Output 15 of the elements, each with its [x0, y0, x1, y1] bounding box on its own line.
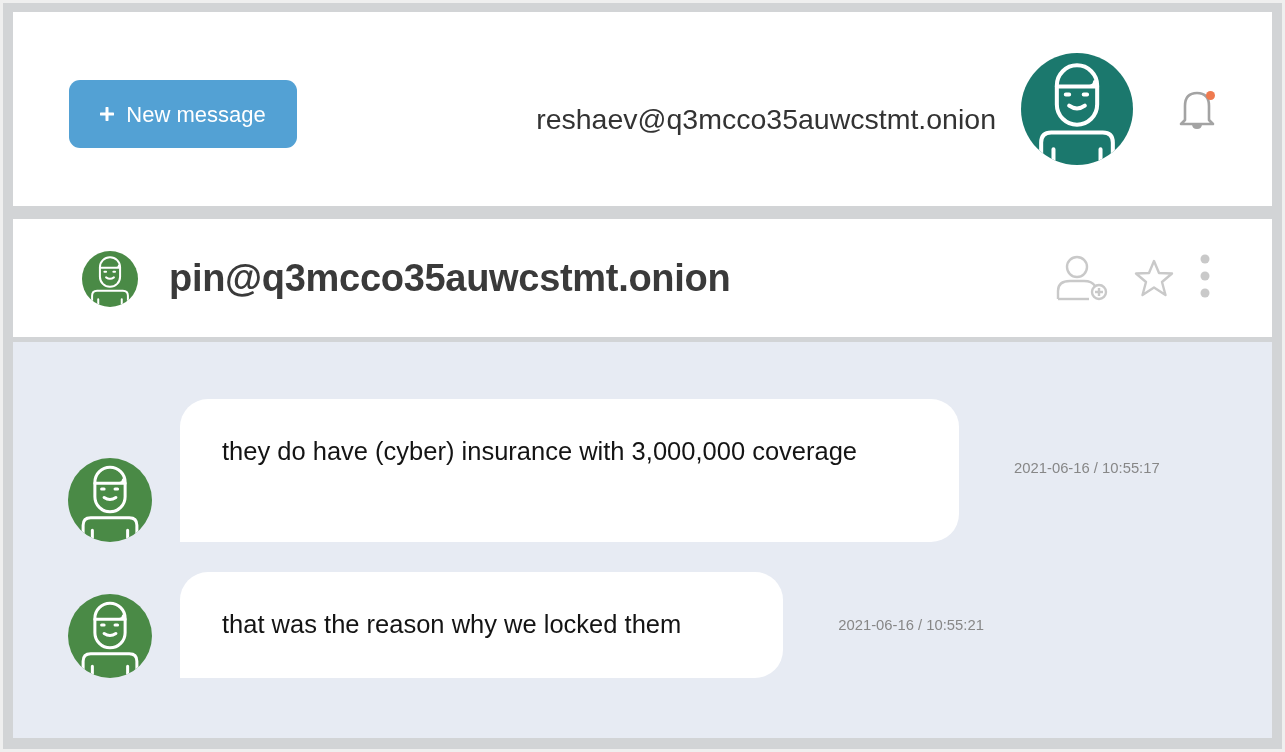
message-text: that was the reason why we locked them	[222, 610, 682, 638]
plus-icon	[100, 107, 115, 121]
star-icon[interactable]	[1134, 259, 1174, 297]
message-timestamp: 2021-06-16 / 10:55:21	[838, 615, 984, 635]
contact-avatar-icon	[82, 251, 138, 307]
message-timestamp: 2021-06-16 / 10:55:17	[1014, 459, 1160, 479]
user-avatar-icon	[1021, 53, 1133, 165]
sender-avatar-icon	[68, 458, 152, 542]
new-message-button[interactable]: New message	[69, 80, 297, 148]
sender-avatar-icon	[68, 594, 152, 678]
account-email: reshaev@q3mcco35auwcstmt.onion	[536, 101, 996, 137]
message-text: they do have (cyber) insurance with 3,000,000 coverage	[222, 437, 858, 465]
more-options-icon[interactable]	[1200, 254, 1210, 298]
add-contact-icon[interactable]	[1056, 255, 1108, 301]
contact-email: pin@q3mcco35auwcstmt.onion	[169, 255, 731, 301]
